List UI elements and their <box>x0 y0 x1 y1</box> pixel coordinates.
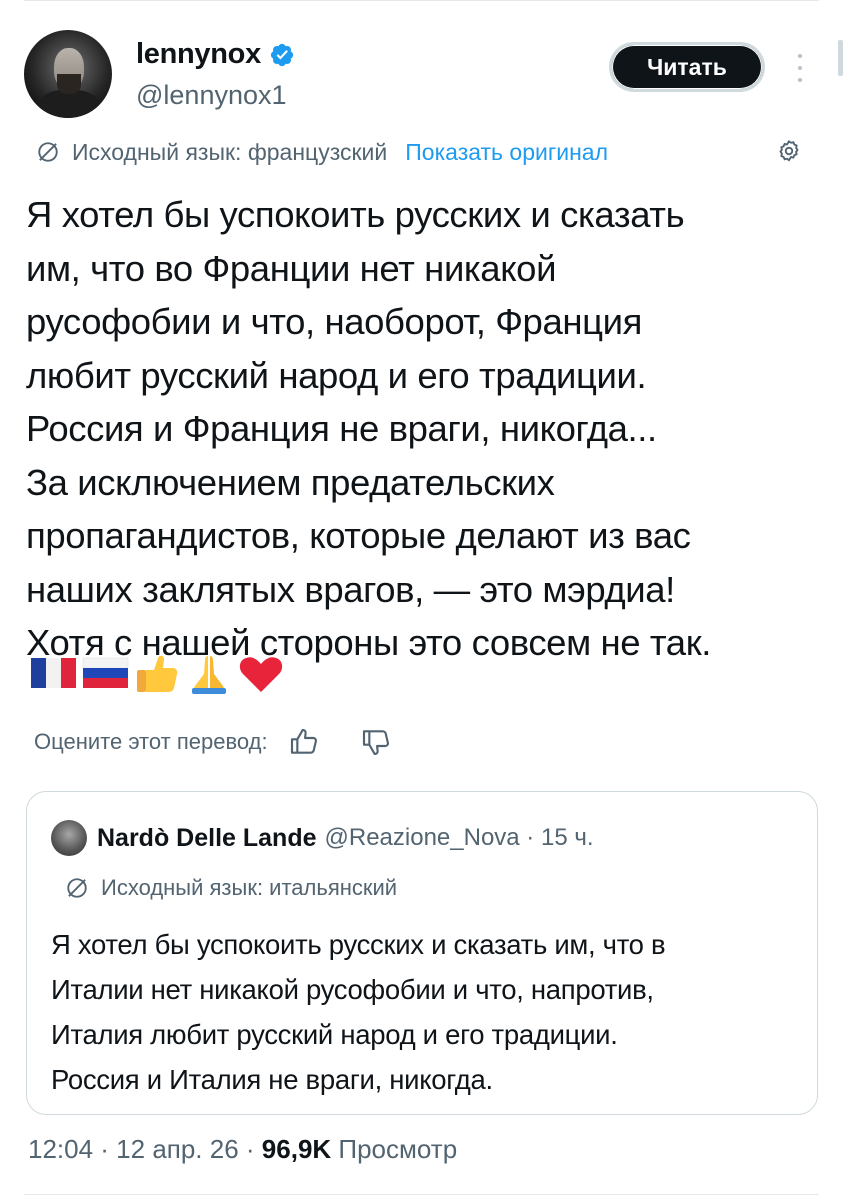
tweet-text-line: За исключением предательских <box>26 461 555 503</box>
translation-notice: Исходный язык: французский Показать ориг… <box>34 135 814 169</box>
top-divider <box>24 0 819 1</box>
flag-france-icon <box>31 658 76 688</box>
quoted-author-handle-time: @Reazione_Nova · 15 ч. <box>324 824 594 851</box>
rate-translation-label: Оцените этот перевод: <box>34 729 268 754</box>
flag-russia-icon <box>82 657 129 688</box>
author-avatar[interactable] <box>24 30 112 118</box>
tweet-text-line: Россия и Франция не враги, никогда... <box>26 408 657 449</box>
quoted-text-line: Россия и Италия не враги, никогда. <box>51 1064 493 1095</box>
quoted-translation-notice: Исходный язык: итальянский <box>63 874 397 902</box>
tweet-header: lennynox @lennynox1 Читать <box>24 28 824 118</box>
follow-button[interactable]: Читать <box>609 42 765 92</box>
quoted-author-name[interactable]: Nardò Delle Lande <box>97 824 317 853</box>
quoted-source-language-label: Исходный язык: итальянский <box>101 875 398 900</box>
red-heart-icon <box>239 657 283 692</box>
tweet-meta: 12:04 · 12 апр. 26 · 96,9K Просмотр <box>28 1134 457 1165</box>
quoted-tweet-text: Я хотел бы успокоить русских и сказать и… <box>51 922 801 1102</box>
quoted-author-avatar[interactable] <box>51 820 87 856</box>
more-options-icon[interactable] <box>792 50 808 86</box>
rate-translation: Оцените этот перевод: <box>34 722 392 762</box>
tweet-text-line: русофобии и что, наоборот, Франция <box>26 301 642 342</box>
tweet-text-line: им, что во Франции нет никакой <box>26 247 557 289</box>
thumbs-up-icon <box>137 655 178 692</box>
gear-icon[interactable] <box>774 137 804 167</box>
tweet-text: Я хотел бы успокоить русских и сказать и… <box>26 188 816 670</box>
bottom-divider <box>24 1194 819 1195</box>
tweet-timestamp[interactable]: 12:04 · 12 апр. 26 · <box>28 1134 262 1164</box>
quoted-tweet-header: Nardò Delle Lande @Reazione_Nova · 15 ч. <box>51 818 594 858</box>
author-handle[interactable]: @lennynox1 <box>136 80 287 111</box>
thumbs-up-outline-icon[interactable] <box>288 726 320 758</box>
quoted-tweet[interactable]: Nardò Delle Lande @Reazione_Nova · 15 ч.… <box>26 791 818 1115</box>
quoted-text-line: Я хотел бы успокоить русских и сказать и… <box>51 929 666 960</box>
show-original-link[interactable]: Показать оригинал <box>405 139 608 166</box>
emoji-row <box>28 650 286 696</box>
quoted-text-line: Италии нет никакой русофобии и что, напр… <box>51 974 654 1005</box>
tweet-text-line: любит русский народ и его традиции. <box>26 354 647 396</box>
tweet-text-line: Я хотел бы успокоить русских и сказать <box>26 194 685 235</box>
source-language-label: Исходный язык: французский <box>72 138 388 165</box>
translate-icon <box>38 142 58 162</box>
folded-hands-icon <box>192 656 226 694</box>
author-display-name[interactable]: lennynox <box>136 38 261 71</box>
views-label: Просмотр <box>331 1134 458 1164</box>
verified-badge-icon <box>270 43 294 66</box>
author-name-row: lennynox <box>136 38 295 71</box>
quoted-text-line: Италия любит русский народ и его традици… <box>51 1019 618 1050</box>
translate-icon <box>67 878 87 898</box>
tweet-text-line: наших заклятых врагов, — это мэрдиа! <box>26 568 675 610</box>
thumbs-down-outline-icon[interactable] <box>360 726 392 758</box>
tweet-text-line: пропагандистов, которые делают из вас <box>26 515 691 556</box>
views-count: 96,9K <box>261 1134 332 1164</box>
scrollbar-thumb[interactable] <box>838 40 843 76</box>
